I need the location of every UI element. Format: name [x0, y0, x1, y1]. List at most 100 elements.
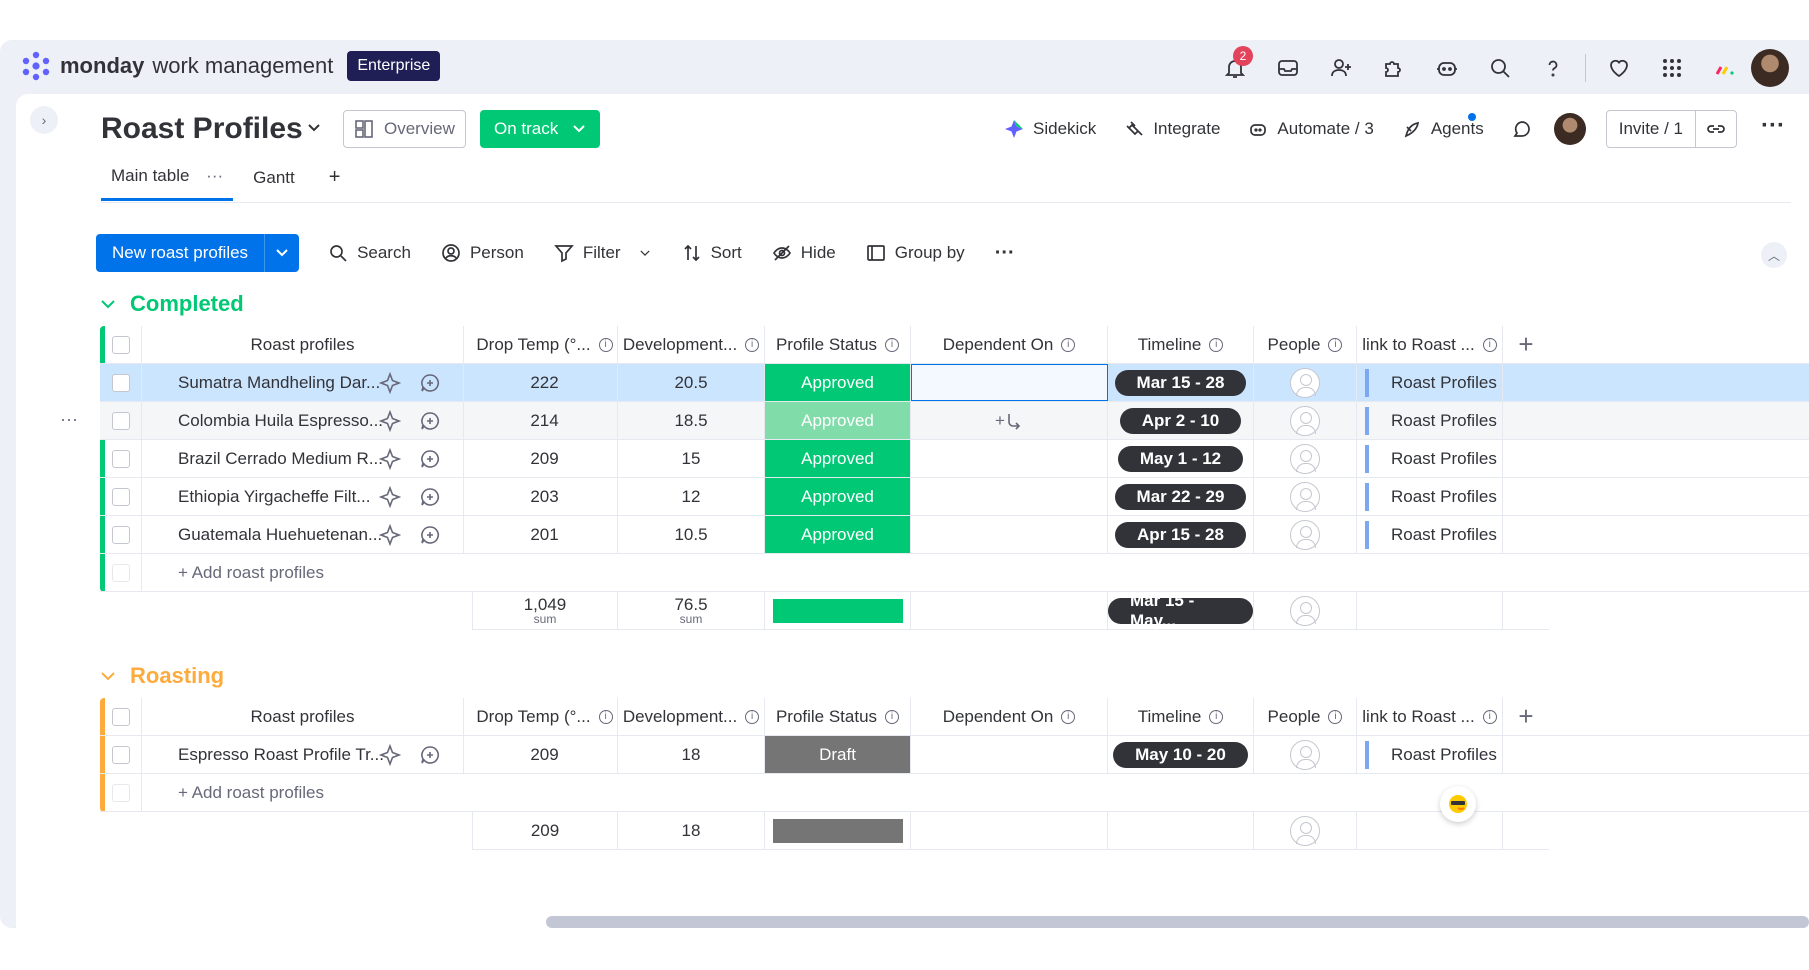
info-icon[interactable]: i — [1209, 337, 1224, 352]
cell-status[interactable]: Approved — [765, 402, 911, 439]
cell-link[interactable]: Roast Profiles — [1357, 516, 1503, 553]
info-icon[interactable]: i — [598, 709, 613, 724]
person-filter-button[interactable]: Person — [426, 243, 539, 263]
add-update-icon[interactable] — [419, 486, 441, 508]
search-button[interactable] — [1473, 48, 1526, 88]
cell-name[interactable]: Sumatra Mandheling Dar... — [142, 364, 464, 401]
header-cell-name[interactable]: Roast profiles — [142, 698, 464, 735]
header-cell-plus[interactable]: + — [1503, 326, 1549, 363]
horizontal-scrollbar[interactable] — [546, 916, 1809, 928]
info-icon[interactable]: i — [1328, 337, 1343, 352]
new-item-dropdown[interactable] — [264, 234, 299, 272]
person-avatar-placeholder[interactable] — [1290, 481, 1320, 512]
cell-name[interactable]: Guatemala Huehuetenan... — [142, 516, 464, 553]
info-icon[interactable]: i — [1061, 709, 1076, 724]
filter-button[interactable]: Filter — [539, 243, 667, 263]
item-name[interactable]: Colombia Huila Espresso... — [178, 411, 383, 431]
cell-timeline[interactable]: May 1 - 12 — [1108, 440, 1254, 477]
cell-plus[interactable] — [1503, 440, 1549, 477]
header-cell-timeline[interactable]: Timeline i — [1108, 698, 1254, 735]
info-icon[interactable]: i — [1482, 709, 1497, 724]
status-label[interactable]: Approved — [765, 364, 910, 401]
ai-sparkle-icon[interactable] — [379, 485, 401, 508]
add-dependency-hint[interactable]: + — [995, 411, 1005, 431]
person-avatar-placeholder[interactable] — [1290, 519, 1320, 550]
cell-development[interactable]: 18.5 — [618, 402, 765, 439]
header-cell-plus[interactable]: + — [1503, 698, 1549, 735]
user-avatar[interactable] — [1751, 49, 1789, 87]
item-name[interactable]: Espresso Roast Profile Tr... — [178, 745, 384, 765]
apps-button[interactable] — [1367, 48, 1420, 88]
info-icon[interactable]: i — [885, 337, 900, 352]
info-icon[interactable]: i — [598, 337, 613, 352]
tab-menu-icon[interactable]: ··· — [206, 166, 223, 185]
linked-item[interactable]: Roast Profiles — [1365, 520, 1497, 549]
select-all-checkbox[interactable] — [111, 335, 130, 354]
status-label[interactable]: Approved — [765, 516, 910, 553]
group-title-completed[interactable]: Completed — [100, 291, 244, 317]
cell-timeline[interactable]: May 10 - 20 — [1108, 736, 1254, 773]
table-row[interactable]: Colombia Huila Espresso... 214 18.5 Approve… — [100, 402, 1809, 440]
cell-people[interactable] — [1254, 440, 1357, 477]
invite-button[interactable]: Invite / 1 — [1605, 110, 1738, 148]
header-cell-dependent[interactable]: Dependent On i — [911, 698, 1108, 735]
cell-people[interactable] — [1254, 478, 1357, 515]
updates-button[interactable] — [1498, 119, 1546, 139]
ai-sparkle-icon[interactable] — [379, 371, 401, 394]
sidekick-button[interactable]: Sidekick — [990, 119, 1110, 139]
add-column-icon[interactable]: + — [1518, 329, 1533, 360]
add-update-icon[interactable] — [419, 372, 441, 394]
search-button[interactable]: Search — [313, 243, 426, 263]
add-column-icon[interactable]: + — [1518, 701, 1533, 732]
info-icon[interactable]: i — [1482, 337, 1497, 352]
help-button[interactable] — [1526, 48, 1579, 88]
cell-timeline[interactable]: Apr 2 - 10 — [1108, 402, 1254, 439]
add-item-cell[interactable]: + Add roast profiles — [142, 554, 1549, 591]
chevron-down-icon[interactable] — [306, 122, 322, 134]
timeline-pill[interactable]: May 10 - 20 — [1113, 741, 1248, 768]
row-checkbox[interactable] — [111, 487, 130, 506]
header-cell-drop_temp[interactable]: Drop Temp (°... i — [472, 698, 618, 735]
cell-timeline[interactable]: Mar 15 - 28 — [1108, 364, 1254, 401]
invite-members-button[interactable] — [1314, 48, 1367, 88]
timeline-pill[interactable]: Apr 15 - 28 — [1115, 521, 1246, 548]
cell-status[interactable]: Approved — [765, 516, 911, 553]
board-owner-avatar[interactable] — [1553, 113, 1586, 145]
cell-name[interactable]: Ethiopia Yirgacheffe Filt... — [142, 478, 464, 515]
ai-assistant-button[interactable] — [1420, 48, 1473, 88]
cell-link[interactable]: Roast Profiles — [1357, 736, 1503, 773]
status-label[interactable]: Approved — [765, 478, 910, 515]
header-cell-link[interactable]: link to Roast ... i — [1357, 326, 1503, 363]
automate-button[interactable]: Automate / 3 — [1234, 119, 1387, 139]
header-cell-drop_temp[interactable]: Drop Temp (°... i — [472, 326, 618, 363]
toolbar-more-button[interactable]: ··· — [980, 242, 1030, 265]
product-switcher-button[interactable] — [1698, 48, 1751, 88]
hide-button[interactable]: Hide — [757, 243, 851, 263]
cell-drop_temp[interactable]: 203 — [472, 478, 618, 515]
cell-dependent[interactable] — [911, 478, 1108, 515]
cell-people[interactable] — [1254, 736, 1357, 773]
linked-item[interactable]: Roast Profiles — [1365, 406, 1497, 435]
timeline-pill[interactable]: Mar 15 - 28 — [1114, 369, 1247, 396]
ai-sparkle-icon[interactable] — [379, 409, 401, 432]
row-checkbox[interactable] — [111, 411, 130, 430]
select-all-checkbox[interactable] — [111, 707, 130, 726]
row-menu-button[interactable]: ··· — [60, 409, 78, 430]
header-cell-status[interactable]: Profile Status i — [765, 698, 911, 735]
row-checkbox[interactable] — [111, 745, 130, 764]
cell-people[interactable] — [1254, 516, 1357, 553]
cell-dependent[interactable] — [911, 736, 1108, 773]
new-item-button[interactable]: New roast profiles — [96, 234, 300, 272]
chevron-down-icon[interactable] — [100, 670, 116, 682]
cell-status[interactable]: Draft — [765, 736, 911, 773]
brand-logo[interactable]: monday work management Enterprise — [20, 50, 441, 82]
cell-link[interactable]: Roast Profiles — [1357, 402, 1503, 439]
add-update-icon[interactable] — [419, 524, 441, 546]
header-cell-name[interactable]: Roast profiles — [142, 326, 464, 363]
collapse-header-button[interactable]: ︿ — [1761, 242, 1787, 268]
timeline-pill[interactable]: May 1 - 12 — [1117, 445, 1244, 472]
person-avatar-placeholder[interactable] — [1290, 739, 1320, 770]
group-title-roasting[interactable]: Roasting — [100, 663, 224, 689]
cell-plus[interactable] — [1503, 478, 1549, 515]
add-item-row[interactable]: + Add roast profiles — [100, 774, 1809, 812]
